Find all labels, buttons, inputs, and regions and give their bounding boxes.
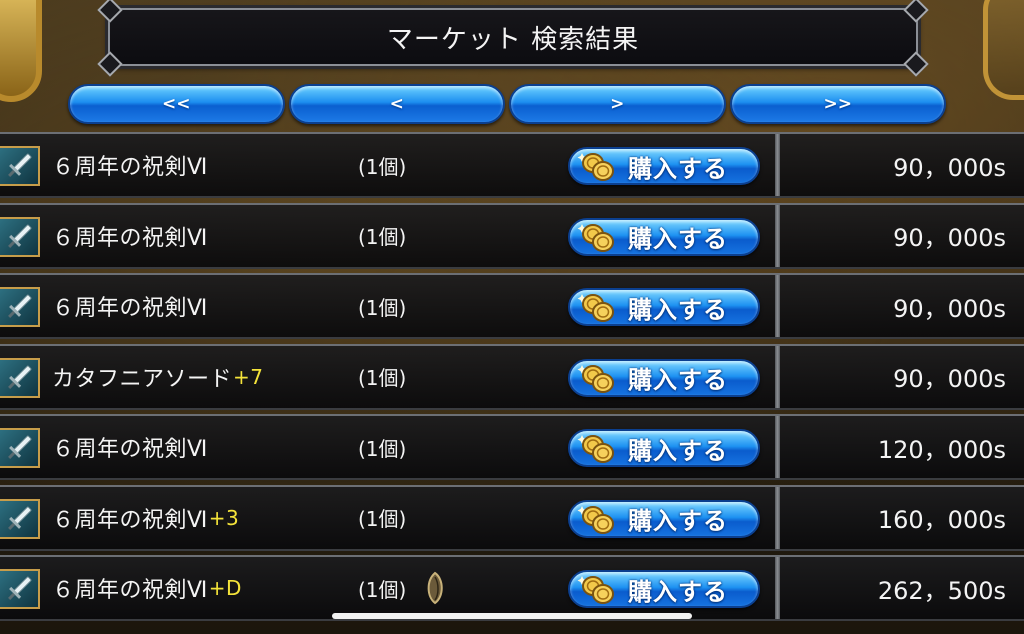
buy-button-label: 購入する <box>628 295 728 324</box>
gold-ornament-right <box>983 0 1024 100</box>
item-name: ６周年の祝剣Ⅵ <box>52 134 209 196</box>
item-quantity: (1個) <box>358 577 407 602</box>
item-quantity: (1個) <box>358 295 407 320</box>
corner-ornament <box>97 0 123 23</box>
sword-icon[interactable] <box>0 428 40 468</box>
item-name: ６周年の祝剣Ⅵ +3 <box>52 487 239 549</box>
sword-icon[interactable] <box>0 498 40 539</box>
sword-icon[interactable] <box>0 569 40 609</box>
buy-button[interactable]: 購入する <box>568 147 760 185</box>
corner-ornament <box>903 0 929 23</box>
buy-button-label: 購入する <box>628 366 728 394</box>
item-name: ６周年の祝剣Ⅵ <box>52 275 209 337</box>
sword-icon-graphic <box>8 576 32 600</box>
item-enhance-level: +D <box>208 576 242 600</box>
item-name: ６周年の祝剣Ⅵ <box>52 205 209 267</box>
item-name-text: ６周年の祝剣Ⅵ <box>52 507 208 533</box>
market-row: ６周年の祝剣Ⅵ +D (1個) 購入する 262，500s <box>0 555 1024 621</box>
prev-page-button[interactable]: < <box>288 84 505 124</box>
page-title: マーケット 検索結果 <box>386 24 640 55</box>
pagination-nav: << < > >> <box>68 84 946 124</box>
buy-button[interactable]: 購入する <box>568 499 760 538</box>
column-divider <box>775 204 780 267</box>
market-row: カタフニアソード +7 (1個) 購入する 90，000s <box>0 343 1024 410</box>
item-name: ６周年の祝剣Ⅵ <box>52 416 209 478</box>
coins-icon <box>577 505 614 534</box>
buy-button-label: 購入する <box>628 436 728 465</box>
sword-icon[interactable] <box>0 357 40 398</box>
corner-ornament <box>97 51 123 77</box>
item-price: 120，000s <box>877 435 1006 464</box>
corner-ornament <box>903 51 929 77</box>
item-price: 90，000s <box>893 224 1006 252</box>
coins-icon <box>577 364 614 393</box>
item-name-text: ６周年の祝剣Ⅵ <box>52 578 208 603</box>
seed-icon <box>427 571 443 605</box>
item-price: 262，500s <box>877 576 1006 605</box>
buy-button[interactable]: 購入する <box>568 288 760 326</box>
buy-button-label: 購入する <box>628 225 728 253</box>
market-row: ６周年の祝剣Ⅵ (1個) 購入する 120，000s <box>0 414 1024 480</box>
title-bar: マーケット 検索結果 <box>97 0 929 77</box>
item-quantity: (1個) <box>358 225 407 249</box>
sword-icon[interactable] <box>0 216 40 257</box>
item-name: ６周年の祝剣Ⅵ +D <box>52 557 242 619</box>
market-row: ６周年の祝剣Ⅵ (1個) 購入する 90，000s <box>0 273 1024 339</box>
home-indicator[interactable] <box>332 613 692 619</box>
sword-icon-graphic <box>8 506 32 530</box>
buy-button-label: 購入する <box>628 577 728 606</box>
buy-button[interactable]: 購入する <box>568 429 760 467</box>
sword-icon-graphic <box>8 294 32 318</box>
item-name: カタフニアソード +7 <box>52 346 264 408</box>
item-name-text: カタフニアソード <box>52 366 233 392</box>
sword-icon-graphic <box>8 224 32 248</box>
next-page-button[interactable]: > <box>509 84 726 124</box>
coins-icon <box>577 576 614 604</box>
coins-icon <box>577 153 614 181</box>
item-enhance-level: +7 <box>233 364 264 389</box>
column-divider <box>775 275 780 337</box>
item-price: 90，000s <box>893 294 1006 323</box>
buy-button-label: 購入する <box>628 507 728 535</box>
sword-icon-graphic <box>8 153 32 177</box>
buy-button-label: 購入する <box>628 154 728 183</box>
item-quantity: (1個) <box>358 154 407 179</box>
column-divider <box>775 134 780 196</box>
item-name-text: ６周年の祝剣Ⅵ <box>52 225 208 251</box>
buy-button[interactable]: 購入する <box>568 217 760 256</box>
item-quantity: (1個) <box>358 436 407 461</box>
market-row: ６周年の祝剣Ⅵ +3 (1個) 購入する 160，000s <box>0 484 1024 551</box>
item-quantity: (1個) <box>358 507 407 531</box>
market-row: ６周年の祝剣Ⅵ (1個) 購入する 90，000s <box>0 202 1024 269</box>
item-name-text: ６周年の祝剣Ⅵ <box>52 437 208 462</box>
last-page-button[interactable]: >> <box>729 84 946 124</box>
item-name-text: ６周年の祝剣Ⅵ <box>52 155 208 180</box>
coins-icon <box>577 435 614 463</box>
column-divider <box>775 345 780 408</box>
coins-icon <box>577 294 614 322</box>
column-divider <box>775 557 780 619</box>
sword-icon[interactable] <box>0 287 40 327</box>
market-result-list: ６周年の祝剣Ⅵ (1個) 購入する 90，000s ６周年の祝剣Ⅵ (1個) 購… <box>0 132 1024 626</box>
item-price: 160，000s <box>877 506 1006 534</box>
coins-icon <box>577 223 614 252</box>
sword-icon-graphic <box>8 365 32 389</box>
item-price: 90，000s <box>893 153 1006 182</box>
buy-button[interactable]: 購入する <box>568 570 760 608</box>
sword-icon[interactable] <box>0 146 40 186</box>
market-row: ６周年の祝剣Ⅵ (1個) 購入する 90，000s <box>0 132 1024 198</box>
buy-button[interactable]: 購入する <box>568 358 760 397</box>
item-enhance-level: +3 <box>208 505 240 530</box>
column-divider <box>775 416 780 478</box>
first-page-button[interactable]: << <box>68 84 285 124</box>
item-name-text: ６周年の祝剣Ⅵ <box>52 296 208 321</box>
gold-ornament-left <box>0 0 42 102</box>
column-divider <box>775 486 780 549</box>
item-price: 90，000s <box>893 365 1006 393</box>
sword-icon-graphic <box>8 435 32 459</box>
item-quantity: (1個) <box>358 366 407 390</box>
